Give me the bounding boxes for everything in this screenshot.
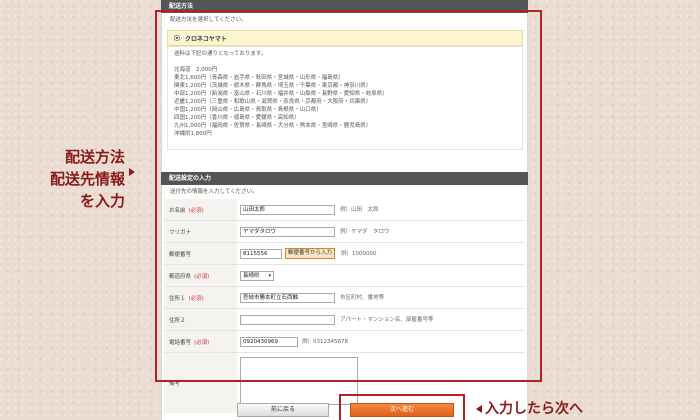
highlight-frame-next [339, 394, 465, 420]
next-annotation: 入力したら次へ [485, 401, 583, 417]
arrow-right-icon [129, 168, 135, 176]
side-annotation: 配送方法 配送先情報 を入力 [40, 146, 125, 212]
side-annotation-line: を入力 [79, 192, 125, 210]
back-button[interactable]: 前に戻る [237, 403, 329, 417]
side-annotation-line: 配送方法 [64, 148, 125, 166]
highlight-frame-form [155, 10, 542, 382]
side-annotation-line: 配送先情報 [49, 170, 125, 188]
arrow-left-icon [476, 405, 482, 413]
